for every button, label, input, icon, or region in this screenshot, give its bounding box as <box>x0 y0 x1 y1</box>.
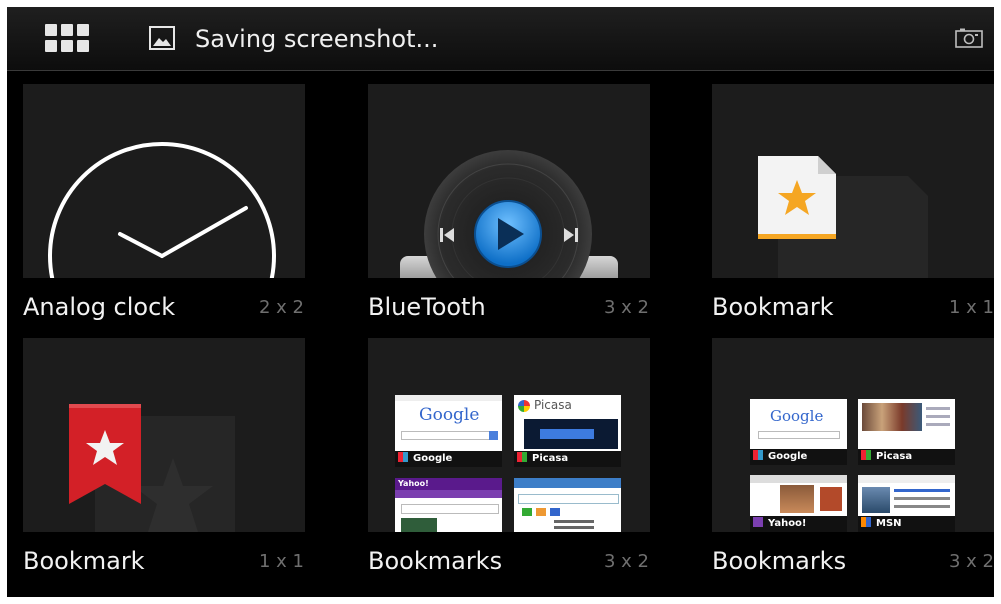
bookmark-thumbnail: MSN <box>858 475 955 532</box>
bookmark-thumbnail: Yahoo! <box>395 478 502 532</box>
widget-preview-bluetooth[interactable] <box>368 84 650 278</box>
analog-clock-preview <box>48 142 276 278</box>
thumbnail-caption: Picasa <box>532 453 569 464</box>
widget-label: Bookmarks <box>368 547 503 575</box>
thumbnail-caption: Picasa <box>876 451 913 462</box>
widget-size: 3 x 2 <box>604 551 649 572</box>
widget-size: 1 x 1 <box>259 551 304 572</box>
widget-size: 3 x 2 <box>604 297 649 318</box>
status-bar[interactable]: Saving screenshot... <box>7 7 994 71</box>
bookmark-star-icon <box>758 156 928 278</box>
thumbnail-caption: Yahoo! <box>768 518 807 529</box>
widget-label: Analog clock <box>23 293 176 321</box>
widget-label: BlueTooth <box>368 293 486 321</box>
screen: Saving screenshot... Analog clock 2 x 2 <box>7 7 994 597</box>
music-player-preview <box>400 150 618 278</box>
widget-preview-bookmarks[interactable]: Google Google Picasa Yahoo! MSN <box>712 338 994 532</box>
widget-label: Bookmark <box>23 547 145 575</box>
thumbnail-caption: Google <box>413 453 453 464</box>
bookmark-thumbnail: Yahoo! <box>750 475 847 532</box>
widget-label: Bookmarks <box>712 547 847 575</box>
bookmark-thumbnail: Picasa <box>858 399 955 465</box>
screenshot-camera-icon <box>955 28 983 48</box>
thumbnail-caption: Yahoo! <box>398 479 429 488</box>
widget-preview-analog-clock[interactable] <box>23 84 305 278</box>
widget-label: Bookmark <box>712 293 834 321</box>
widget-preview-bookmark[interactable] <box>712 84 994 278</box>
widget-size: 1 x 1 <box>949 297 994 318</box>
image-icon <box>149 26 175 50</box>
widget-preview-bookmark-ribbon[interactable] <box>23 338 305 532</box>
apps-grid-icon[interactable] <box>45 24 91 54</box>
bookmark-thumbnail <box>514 478 621 532</box>
thumbnail-caption: MSN <box>876 518 902 529</box>
bookmark-thumbnail: Google Google <box>750 399 847 465</box>
bookmark-thumbnail: Google Google <box>395 395 502 467</box>
widget-size: 3 x 2 <box>949 551 994 572</box>
thumbnail-caption: Google <box>768 451 808 462</box>
widget-preview-bookmarks[interactable]: Google Google Picasa Picasa Yahoo! <box>368 338 650 532</box>
red-ribbon-bookmark-icon <box>69 404 235 532</box>
widget-size: 2 x 2 <box>259 297 304 318</box>
status-text: Saving screenshot... <box>195 25 439 53</box>
bookmark-thumbnail: Picasa Picasa <box>514 395 621 467</box>
